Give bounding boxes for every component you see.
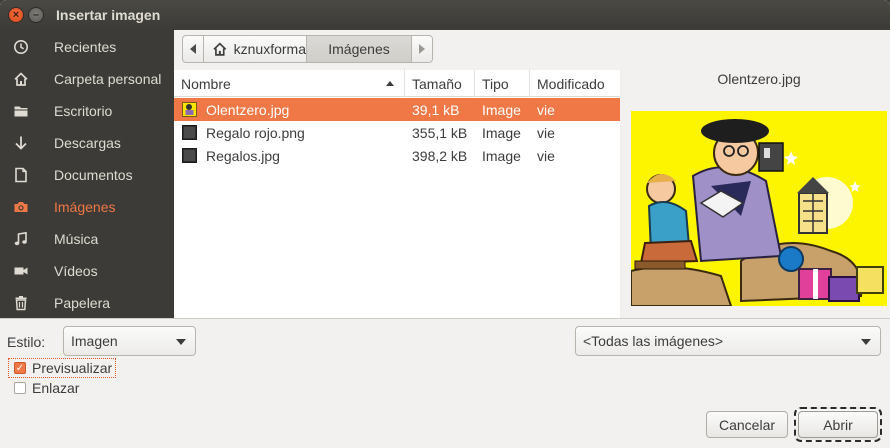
- column-header-label: Modificado: [537, 75, 605, 92]
- open-button-face: Abrir: [798, 411, 878, 438]
- path-home-label: kznuxforma: [233, 41, 306, 57]
- clock-icon: [14, 40, 28, 54]
- sidebar-item-label: Vídeos: [54, 263, 98, 279]
- file-modified: vie: [537, 124, 555, 141]
- arrow-right-icon: [419, 44, 425, 54]
- file-type: Image: [482, 124, 521, 141]
- preview-image: [631, 111, 887, 306]
- file-type: Image: [482, 147, 521, 164]
- file-modified: vie: [537, 101, 555, 118]
- sidebar-item-papelera[interactable]: Papelera: [0, 287, 174, 319]
- file-name: Regalos.jpg: [206, 147, 280, 164]
- checkbox-unchecked-icon: [14, 382, 26, 394]
- home-icon: [213, 42, 227, 56]
- insert-image-dialog: × – Insertar imagen Recientes Carpeta pe…: [0, 0, 890, 448]
- path-scroll-left-button[interactable]: [182, 35, 204, 63]
- file-name: Olentzero.jpg: [206, 101, 290, 118]
- path-current-label: Imágenes: [328, 41, 390, 57]
- close-window-button[interactable]: ×: [8, 7, 24, 23]
- window-title: Insertar imagen: [56, 7, 161, 23]
- checkbox-checked-icon: ✓: [14, 362, 26, 374]
- open-button-label: Abrir: [823, 416, 853, 433]
- folder-icon: [14, 106, 28, 117]
- chevron-down-icon: [176, 339, 186, 345]
- column-header-label: Nombre: [181, 75, 231, 92]
- file-filter-value: <Todas las imágenes>: [583, 333, 724, 349]
- file-list[interactable]: Nombre Tamaño Tipo Modificado Olentzero.…: [174, 70, 620, 319]
- sidebar-item-label: Recientes: [54, 39, 117, 55]
- sidebar-item-label: Imágenes: [54, 199, 116, 215]
- preview-pane: Olentzero.jpg: [620, 70, 890, 319]
- column-header-nombre[interactable]: Nombre: [174, 70, 405, 97]
- sidebar-item-label: Carpeta personal: [54, 71, 162, 87]
- file-size: 398,2 kB: [412, 147, 468, 164]
- cancel-button-label: Cancelar: [718, 416, 776, 433]
- link-checkbox-label: Enlazar: [32, 380, 80, 396]
- sort-ascending-icon: [386, 81, 394, 86]
- path-bar: kznuxforma Imágenes: [182, 35, 436, 63]
- image-thumbnail-icon: [182, 102, 197, 117]
- column-header-label: Tipo: [482, 75, 509, 92]
- style-label: Estilo:: [7, 334, 46, 350]
- places-sidebar: Recientes Carpeta personal Escritorio De…: [0, 30, 174, 319]
- file-row[interactable]: Regalo rojo.png 355,1 kB Image vie: [174, 121, 620, 144]
- camera-icon: [14, 202, 28, 212]
- minimize-window-button[interactable]: –: [28, 7, 44, 23]
- column-header-label: Tamaño: [412, 75, 462, 92]
- path-button-home[interactable]: kznuxforma: [203, 35, 307, 63]
- preview-filename: Olentzero.jpg: [717, 71, 801, 87]
- style-dropdown[interactable]: Imagen: [63, 326, 196, 356]
- bottom-divider: [0, 318, 890, 319]
- sidebar-item-escritorio[interactable]: Escritorio: [0, 95, 174, 127]
- file-size: 355,1 kB: [412, 124, 468, 141]
- link-checkbox[interactable]: Enlazar: [14, 378, 79, 398]
- column-header-tipo[interactable]: Tipo: [475, 70, 530, 97]
- file-name: Regalo rojo.png: [206, 124, 305, 141]
- sidebar-item-label: Papelera: [54, 295, 111, 311]
- file-list-header: Nombre Tamaño Tipo Modificado: [174, 70, 620, 97]
- home-icon: [14, 72, 28, 86]
- trash-icon: [15, 296, 27, 311]
- title-bar[interactable]: × – Insertar imagen: [0, 0, 890, 30]
- sidebar-item-recientes[interactable]: Recientes: [0, 31, 174, 63]
- column-header-tamano[interactable]: Tamaño: [405, 70, 475, 97]
- preview-checkbox-label: Previsualizar: [32, 360, 113, 376]
- image-thumbnail-icon: [182, 125, 197, 140]
- sidebar-item-documentos[interactable]: Documentos: [0, 159, 174, 191]
- file-type: Image: [482, 101, 521, 118]
- column-header-modificado[interactable]: Modificado: [530, 70, 620, 97]
- path-button-current[interactable]: Imágenes: [306, 35, 412, 63]
- sidebar-item-label: Descargas: [54, 135, 121, 151]
- image-thumbnail-icon: [182, 148, 197, 163]
- cancel-button[interactable]: Cancelar: [706, 411, 788, 438]
- sidebar-item-descargas[interactable]: Descargas: [0, 127, 174, 159]
- sidebar-item-label: Música: [54, 231, 99, 247]
- sidebar-item-carpeta-personal[interactable]: Carpeta personal: [0, 63, 174, 95]
- file-modified: vie: [537, 147, 555, 164]
- file-row[interactable]: Olentzero.jpg 39,1 kB Image vie: [174, 98, 620, 121]
- video-camera-icon: [14, 267, 28, 275]
- download-arrow-icon: [15, 136, 27, 150]
- file-size: 39,1 kB: [412, 101, 460, 118]
- sidebar-item-imagenes[interactable]: Imágenes: [0, 191, 174, 223]
- sidebar-item-videos[interactable]: Vídeos: [0, 255, 174, 287]
- chevron-down-icon: [861, 339, 871, 345]
- sidebar-item-label: Documentos: [54, 167, 133, 183]
- minimize-icon: –: [32, 8, 40, 21]
- music-note-icon: [14, 231, 27, 246]
- style-dropdown-value: Imagen: [71, 333, 118, 349]
- sidebar-item-label: Escritorio: [54, 103, 113, 119]
- close-icon: ×: [12, 8, 20, 21]
- document-icon: [15, 167, 27, 183]
- preview-checkbox[interactable]: ✓ Previsualizar: [8, 358, 117, 378]
- path-scroll-right-button[interactable]: [411, 35, 433, 63]
- sidebar-item-musica[interactable]: Música: [0, 223, 174, 255]
- file-row[interactable]: Regalos.jpg 398,2 kB Image vie: [174, 144, 620, 167]
- open-button[interactable]: Abrir: [794, 407, 882, 442]
- arrow-left-icon: [190, 44, 196, 54]
- file-filter-dropdown[interactable]: <Todas las imágenes>: [575, 326, 881, 356]
